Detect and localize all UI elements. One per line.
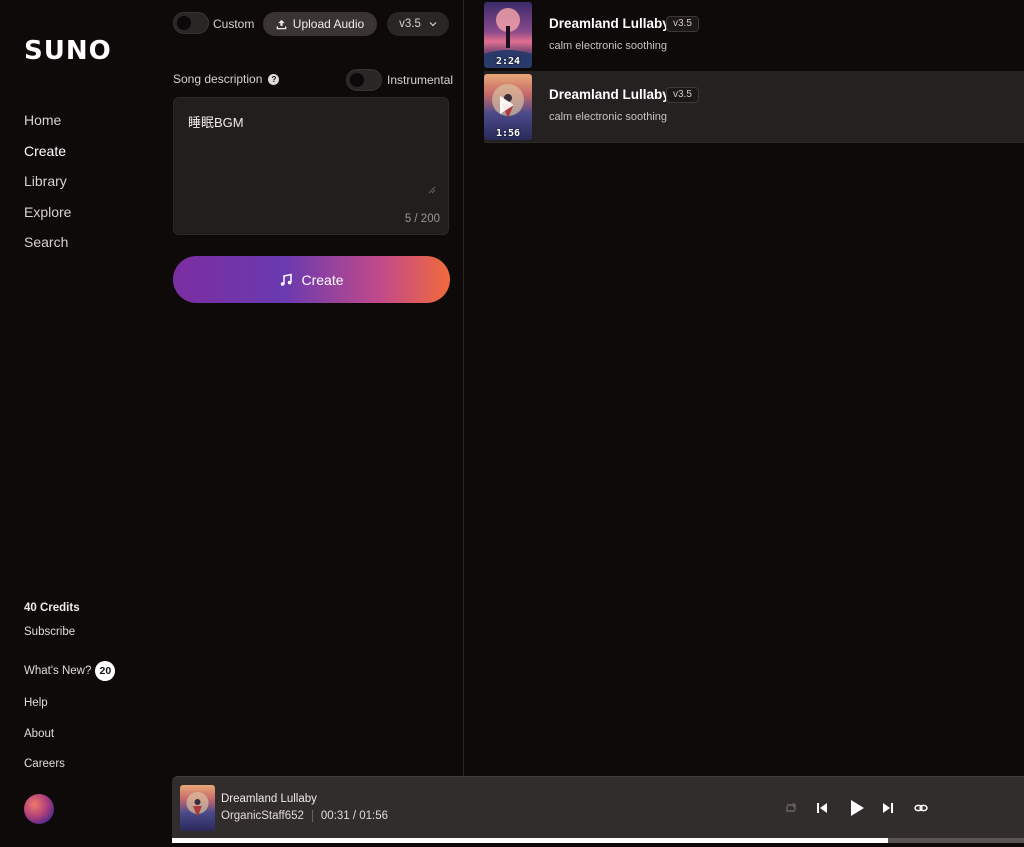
player-time: 00:31 / 01:56 <box>320 810 389 822</box>
song-description-input[interactable]: 睡眠BGM 5 / 200 <box>173 97 449 235</box>
nav-explore[interactable]: Explore <box>24 202 71 233</box>
song-tags[interactable]: calm electronic soothing <box>549 111 667 123</box>
careers-link[interactable]: Careers <box>24 758 65 770</box>
player-meta: OrganicStaff652 00:31 / 01:56 <box>221 810 388 822</box>
nav-library[interactable]: Library <box>24 171 71 202</box>
playback-progress-fill <box>172 838 888 843</box>
suno-logo[interactable]: SUNO <box>24 36 112 66</box>
meta-divider <box>311 810 313 822</box>
nav-search[interactable]: Search <box>24 232 71 263</box>
song-duration: 1:56 <box>495 128 521 139</box>
nav-home[interactable]: Home <box>24 110 71 141</box>
about-link[interactable]: About <box>24 728 54 740</box>
previous-track-icon[interactable] <box>813 799 831 817</box>
help-icon[interactable]: ? <box>268 74 280 86</box>
song-title[interactable]: Dreamland Lullaby <box>549 87 670 102</box>
create-button-label: Create <box>301 271 344 288</box>
song-description-label: Song description? <box>173 72 280 86</box>
subscribe-link[interactable]: Subscribe <box>24 626 75 638</box>
main-nav: Home Create Library Explore Search <box>24 110 71 263</box>
song-title[interactable]: Dreamland Lullaby <box>549 16 670 31</box>
song-list: 2:24 Dreamland Lullaby v3.5 calm electro… <box>484 0 1024 143</box>
custom-toggle[interactable] <box>173 12 209 34</box>
play-pause-icon[interactable] <box>845 797 867 819</box>
music-note-icon <box>281 273 293 286</box>
play-icon[interactable] <box>500 96 514 114</box>
version-badge: v3.5 <box>666 87 699 103</box>
chevron-down-icon <box>429 22 437 27</box>
song-cover-art[interactable]: 2:24 <box>484 2 532 68</box>
instrumental-toggle[interactable] <box>346 69 382 91</box>
instrumental-label: Instrumental <box>387 73 454 87</box>
version-badge: v3.5 <box>666 16 699 32</box>
create-button[interactable]: Create <box>173 256 450 303</box>
whats-new-link[interactable]: What's New? 20 <box>24 661 116 681</box>
link-icon[interactable] <box>912 799 930 817</box>
playback-progress[interactable] <box>172 838 1024 843</box>
model-version-select[interactable]: v3.5 <box>387 12 449 36</box>
resize-grip-icon[interactable] <box>428 186 436 194</box>
song-duration: 2:24 <box>495 56 521 67</box>
user-avatar[interactable] <box>24 794 54 824</box>
repeat-icon[interactable] <box>782 799 800 817</box>
whats-new-label: What's New? <box>24 665 92 677</box>
help-link[interactable]: Help <box>24 697 48 709</box>
upload-audio-button[interactable]: Upload Audio <box>263 12 377 36</box>
player-artist[interactable]: OrganicStaff652 <box>221 810 304 822</box>
song-row[interactable]: 2:24 Dreamland Lullaby v3.5 calm electro… <box>484 0 1024 71</box>
model-version-value: v3.5 <box>399 18 421 30</box>
song-description-value: 睡眠BGM <box>188 115 244 130</box>
now-playing-bar: Dreamland Lullaby OrganicStaff652 00:31 … <box>172 776 1024 843</box>
char-count: 5 / 200 <box>404 213 440 225</box>
song-tags[interactable]: calm electronic soothing <box>549 40 667 52</box>
sidebar: SUNO Home Create Library Explore Search … <box>0 0 160 847</box>
upload-audio-label: Upload Audio <box>292 17 365 31</box>
player-cover-art[interactable] <box>180 785 215 831</box>
create-panel: Custom Upload Audio v3.5 Song descriptio… <box>160 0 464 776</box>
custom-label: Custom <box>213 17 255 31</box>
next-track-icon[interactable] <box>879 799 897 817</box>
player-song-title[interactable]: Dreamland Lullaby <box>221 793 317 805</box>
upload-icon <box>276 19 287 29</box>
song-cover-art[interactable]: 1:56 <box>484 74 532 140</box>
song-row-selected[interactable]: 1:56 Dreamland Lullaby v3.5 calm electro… <box>484 71 1024 143</box>
credits-count: 40 Credits <box>24 602 80 614</box>
nav-create[interactable]: Create <box>24 141 71 172</box>
notification-badge: 20 <box>95 661 116 681</box>
